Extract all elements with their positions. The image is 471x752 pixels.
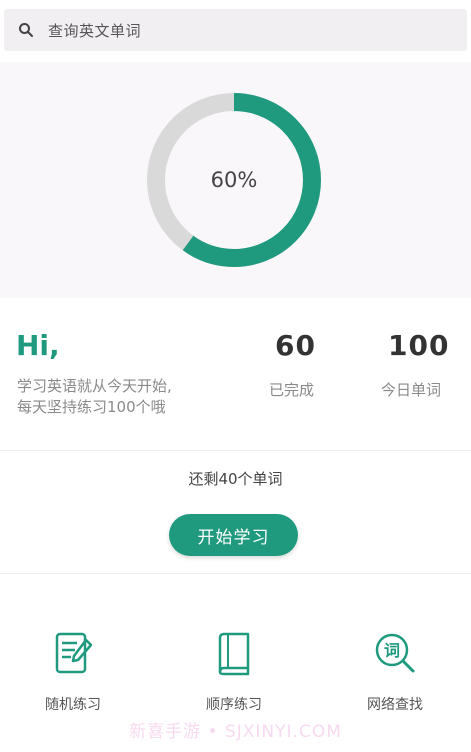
watermark: 新喜手游 • SJXINYI.COM [129, 722, 342, 742]
divider [0, 450, 471, 451]
sequential-practice-label: 顺序练习 [206, 697, 262, 713]
svg-text:词: 词 [384, 641, 400, 660]
search-placeholder: 查询英文单词 [48, 21, 142, 40]
divider [0, 573, 471, 574]
word-search-icon: 词 [375, 633, 415, 673]
greeting-text: 学习英语就从今天开始, 每天坚持练习100个哦 [17, 376, 172, 418]
random-practice-label: 随机练习 [45, 697, 101, 713]
completed-label: 已完成 [269, 381, 315, 399]
progress-percent: 60% [210, 168, 258, 192]
start-learning-button[interactable]: 开始学习 [169, 514, 298, 556]
daily-words-count: 100 [388, 329, 450, 362]
search-icon [19, 23, 33, 37]
stats-panel [0, 298, 471, 450]
greeting-line-1: 学习英语就从今天开始, [17, 377, 172, 395]
greeting-line-2: 每天坚持练习100个哦 [17, 398, 166, 416]
book-icon [218, 632, 250, 676]
remaining-words: 还剩40个单词 [188, 470, 283, 488]
search-bar[interactable]: 查询英文单词 [4, 9, 467, 51]
completed-count: 60 [275, 329, 316, 362]
random-practice-button[interactable]: 随机练习 [13, 630, 133, 714]
online-search-label: 网络查找 [367, 697, 423, 713]
daily-words-label: 今日单词 [381, 381, 442, 399]
greeting-title: Hi, [16, 329, 60, 362]
notepad-icon [55, 632, 93, 674]
sequential-practice-button[interactable]: 顺序练习 [174, 630, 294, 714]
online-search-button[interactable]: 词 网络查找 [335, 630, 455, 714]
